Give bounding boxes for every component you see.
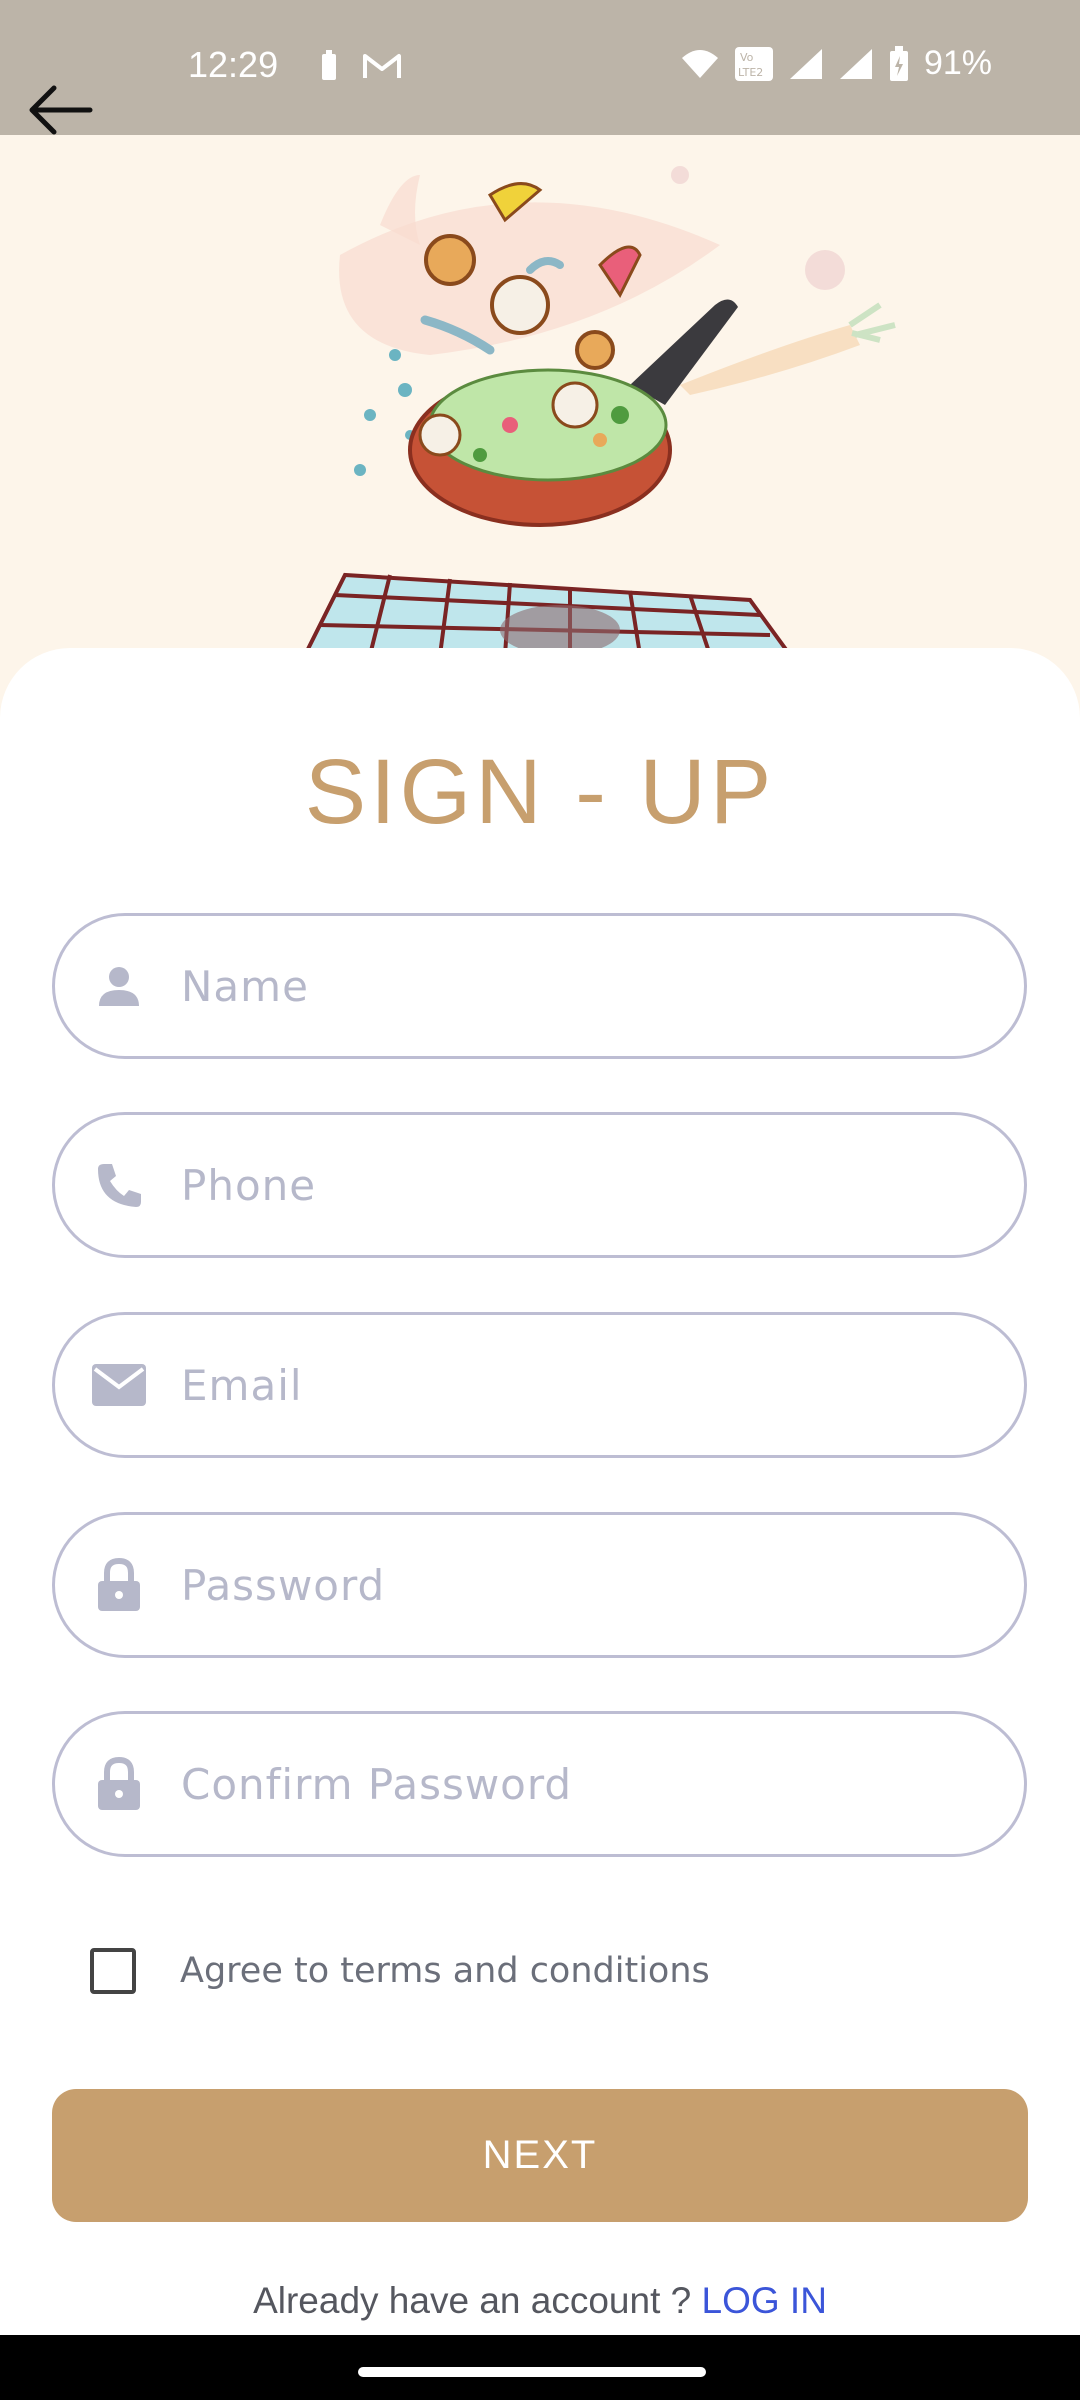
- terms-row[interactable]: Agree to terms and conditions: [90, 1948, 710, 1994]
- hero-illustration: [0, 135, 1080, 655]
- gmail-icon: [363, 54, 401, 78]
- terms-checkbox[interactable]: [90, 1948, 136, 1994]
- status-left-icons: [320, 50, 402, 82]
- phone-icon: [91, 1157, 147, 1213]
- status-time: 12:29: [188, 44, 279, 85]
- lock-icon: [91, 1557, 147, 1613]
- home-indicator[interactable]: [358, 2367, 706, 2377]
- svg-text:LTE2: LTE2: [738, 66, 763, 79]
- email-input[interactable]: [181, 1315, 984, 1455]
- signup-card: [0, 648, 1080, 2335]
- cooking-illustration: [302, 166, 896, 655]
- next-button[interactable]: NEXT: [52, 2089, 1028, 2222]
- volte-icon: Vo LTE2: [734, 46, 773, 81]
- name-field[interactable]: [52, 913, 1027, 1059]
- person-icon: [91, 958, 147, 1014]
- login-prompt-text: Already have an account ?: [253, 2280, 702, 2321]
- svg-text:Vo: Vo: [740, 51, 754, 64]
- confirm-password-field[interactable]: [52, 1711, 1027, 1857]
- name-input[interactable]: [181, 916, 984, 1056]
- phone-field[interactable]: [52, 1112, 1027, 1258]
- page-title: SIGN - UP: [304, 741, 776, 843]
- login-prompt: Already have an account ? LOG IN: [0, 2280, 1080, 2322]
- confirm-password-input[interactable]: [181, 1714, 984, 1854]
- login-link[interactable]: LOG IN: [702, 2280, 827, 2321]
- lock-icon: [91, 1756, 147, 1812]
- status-right: Vo LTE2 91%: [680, 44, 992, 83]
- battery-percent: 91%: [923, 44, 992, 82]
- signal-icon: [789, 48, 822, 79]
- email-field[interactable]: [52, 1312, 1027, 1458]
- status-bar: 12:29 Vo LTE2 91%: [0, 0, 1080, 135]
- battery-small-icon: [322, 50, 336, 80]
- phone-input[interactable]: [181, 1115, 984, 1255]
- terms-label[interactable]: Agree to terms and conditions: [180, 1951, 710, 1991]
- mail-icon: [91, 1357, 147, 1413]
- password-field[interactable]: [52, 1512, 1027, 1658]
- back-arrow-icon[interactable]: [24, 80, 96, 140]
- battery-charging-icon: [889, 45, 908, 81]
- password-input[interactable]: [181, 1515, 984, 1655]
- navigation-bar: [0, 2335, 1080, 2400]
- signal-icon: [839, 48, 872, 79]
- wifi-icon: [681, 49, 718, 78]
